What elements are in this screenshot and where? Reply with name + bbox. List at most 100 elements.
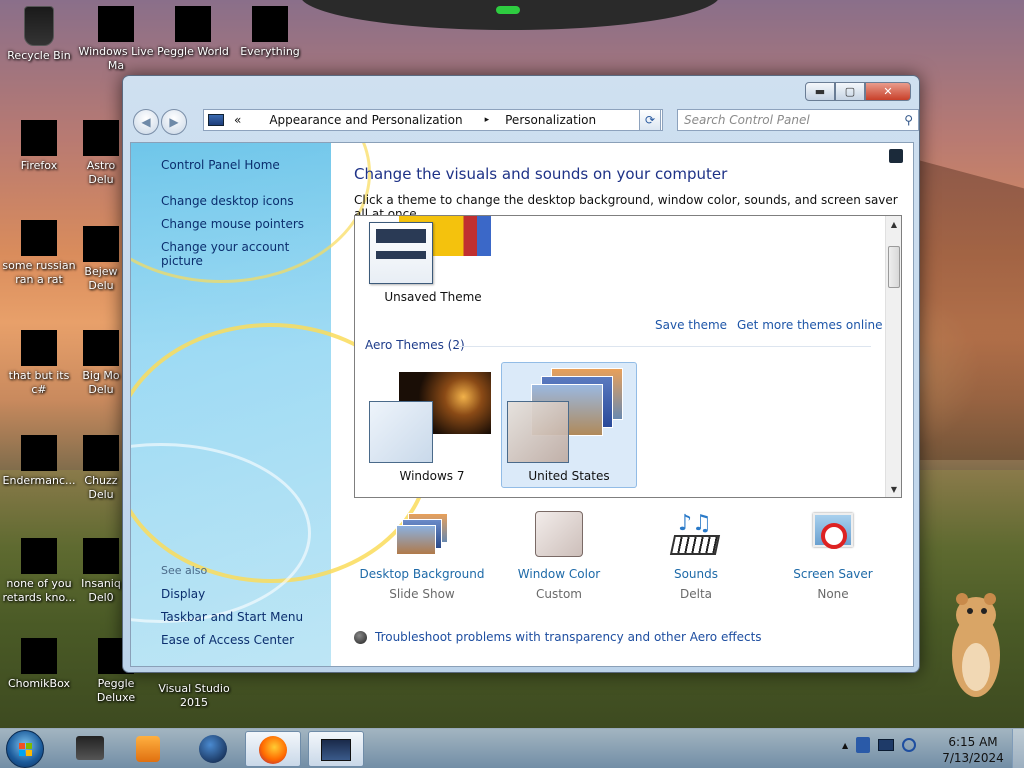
everything-icon: [252, 6, 288, 42]
main-pane: Change the visuals and sounds on your co…: [331, 143, 913, 666]
desktop-background-icon: [394, 511, 450, 561]
taskbar-firefox[interactable]: [245, 731, 301, 767]
see-also-heading: See also: [161, 564, 208, 577]
sounds-setting[interactable]: ♪♫ Sounds Delta: [631, 511, 761, 601]
windows7-theme-label[interactable]: Windows 7: [375, 469, 489, 483]
taskbar: ▲ 6:15 AM 7/13/2024: [0, 728, 1024, 768]
desktop-icon-russian-rat[interactable]: some russian ran a rat: [1, 220, 77, 287]
windows-live-icon: [98, 6, 134, 42]
clock-time: 6:15 AM: [948, 735, 998, 749]
desktop-icon-chomikbox[interactable]: ChomikBox: [1, 638, 77, 691]
desktop-icon-windows-live[interactable]: Windows Live Ma: [78, 6, 154, 73]
search-icon[interactable]: ⚲: [904, 113, 913, 127]
control-panel-icon: [208, 114, 224, 126]
back-arrow-icon: ◀: [141, 115, 151, 129]
theme-list: Unsaved Theme Save theme Get more themes…: [354, 215, 902, 498]
desktop-icon-endermanch[interactable]: Endermanc...: [1, 435, 77, 488]
show-desktop-button[interactable]: [1012, 729, 1024, 768]
help-icon[interactable]: [889, 149, 903, 163]
control-panel-icon: [321, 739, 351, 761]
desktop-icon-big-money[interactable]: Big Mo Delu: [78, 330, 124, 397]
change-desktop-icons-link[interactable]: Change desktop icons: [161, 194, 294, 208]
united-states-theme-thumbnail[interactable]: [507, 401, 569, 463]
breadcrumb-personalization[interactable]: Personalization: [495, 113, 602, 127]
windows-logo-icon: [19, 743, 32, 756]
search-input[interactable]: Search Control Panel ⚲: [677, 109, 919, 131]
desktop-icon-peggle-world[interactable]: Peggle World: [155, 6, 231, 59]
taskbar-media-player[interactable]: [120, 731, 176, 767]
troubleshoot-icon: [354, 630, 367, 644]
tray-app-icon[interactable]: [856, 737, 871, 753]
sounds-icon: ♪♫: [668, 511, 724, 561]
recycle-bin-icon: [24, 6, 54, 46]
scroll-down-icon[interactable]: ▼: [886, 481, 901, 497]
minimize-button[interactable]: ▬: [805, 82, 835, 101]
forward-button[interactable]: ▶: [161, 109, 187, 135]
taskbar-control-panel[interactable]: [308, 731, 364, 767]
maximize-button[interactable]: ▢: [835, 82, 865, 101]
taskbar-app-1[interactable]: [62, 731, 118, 767]
desktop-background-setting[interactable]: Desktop Background Slide Show: [357, 511, 487, 601]
close-button[interactable]: ✕: [865, 82, 911, 101]
control-panel-home-link[interactable]: Control Panel Home: [161, 158, 280, 172]
start-button[interactable]: [6, 730, 44, 768]
system-tray: ▲: [842, 737, 917, 753]
window-content: Control Panel Home Change desktop icons …: [130, 142, 914, 667]
scroll-up-icon[interactable]: ▲: [886, 216, 901, 232]
chuzzle-icon: [83, 435, 119, 471]
screen-saver-setting[interactable]: Screen Saver None: [768, 511, 898, 601]
windows7-theme-thumbnail[interactable]: [369, 401, 433, 463]
display-link[interactable]: Display: [161, 587, 205, 601]
breadcrumb-appearance[interactable]: Appearance and Personalization: [247, 113, 468, 127]
big-money-icon: [83, 330, 119, 366]
desktop-icon-none-of-you[interactable]: none of you retards kno...: [1, 538, 77, 605]
window-controls: ▬ ▢ ✕: [805, 82, 911, 101]
firefox-icon: [21, 120, 57, 156]
chomikbox-icon: [21, 638, 57, 674]
bejeweled-icon: [83, 226, 119, 262]
window-color-setting[interactable]: Window Color Custom: [494, 511, 624, 601]
united-states-theme-label[interactable]: United States: [501, 469, 637, 483]
desktop-icon-bejeweled[interactable]: Bejew Delu: [78, 226, 124, 293]
show-hidden-icons-button[interactable]: ▲: [842, 741, 848, 750]
taskbar-globe[interactable]: [185, 731, 241, 767]
desktop-icon-chuzzle[interactable]: Chuzz Delu: [78, 435, 124, 502]
navigation-bar: ◀ ▶ « Appearance and Personalization ▸ P…: [131, 107, 919, 135]
that-but-c-sharp-icon: [21, 330, 57, 366]
peggle-world-icon: [175, 6, 211, 42]
taskbar-start-menu-link[interactable]: Taskbar and Start Menu: [161, 610, 303, 624]
left-pane: Control Panel Home Change desktop icons …: [131, 143, 431, 666]
personalization-window: ▬ ▢ ✕ ◀ ▶ « Appearance and Personalizati…: [122, 75, 920, 673]
desktop-icon-everything[interactable]: Everything: [232, 6, 308, 59]
desktop-icon-recycle-bin[interactable]: Recycle Bin: [1, 6, 77, 63]
breadcrumb-separator-icon[interactable]: ▸: [469, 115, 496, 125]
desktop-icon-that-but-c-sharp[interactable]: that but its c#: [1, 330, 77, 397]
unsaved-theme-thumbnail[interactable]: [369, 222, 433, 284]
breadcrumb-overflow[interactable]: «: [228, 113, 247, 127]
refresh-button[interactable]: ⟳: [639, 109, 661, 131]
desktop-icon-insaniquarium[interactable]: Insaniq Del0: [78, 538, 124, 605]
section-divider: [455, 346, 871, 347]
volume-icon[interactable]: [902, 738, 917, 752]
save-theme-link[interactable]: Save theme: [655, 318, 727, 332]
unsaved-theme-label[interactable]: Unsaved Theme: [363, 290, 503, 304]
change-account-picture-link[interactable]: Change your account picture: [161, 240, 331, 268]
hamster-image: [940, 575, 1010, 705]
desktop-icon-visual-studio[interactable]: Visual Studio 2015: [156, 682, 232, 710]
scroll-thumb[interactable]: [888, 246, 900, 288]
desktop-icon-astro[interactable]: Astro Delu: [78, 120, 124, 187]
refresh-icon: ⟳: [644, 113, 656, 127]
get-more-themes-link[interactable]: Get more themes online: [737, 318, 883, 332]
ease-of-access-link[interactable]: Ease of Access Center: [161, 633, 294, 647]
address-bar[interactable]: « Appearance and Personalization ▸ Perso…: [203, 109, 663, 131]
troubleshoot-link[interactable]: Troubleshoot problems with transparency …: [354, 630, 762, 644]
system-clock[interactable]: 6:15 AM 7/13/2024: [940, 734, 1006, 766]
astro-icon: [83, 120, 119, 156]
network-icon[interactable]: [878, 739, 895, 751]
change-mouse-pointers-link[interactable]: Change mouse pointers: [161, 217, 304, 231]
russian-rat-icon: [21, 220, 57, 256]
theme-list-scrollbar[interactable]: ▲ ▼: [885, 216, 901, 497]
desktop-icon-firefox[interactable]: Firefox: [1, 120, 77, 173]
back-button[interactable]: ◀: [133, 109, 159, 135]
none-of-you-icon: [21, 538, 57, 574]
